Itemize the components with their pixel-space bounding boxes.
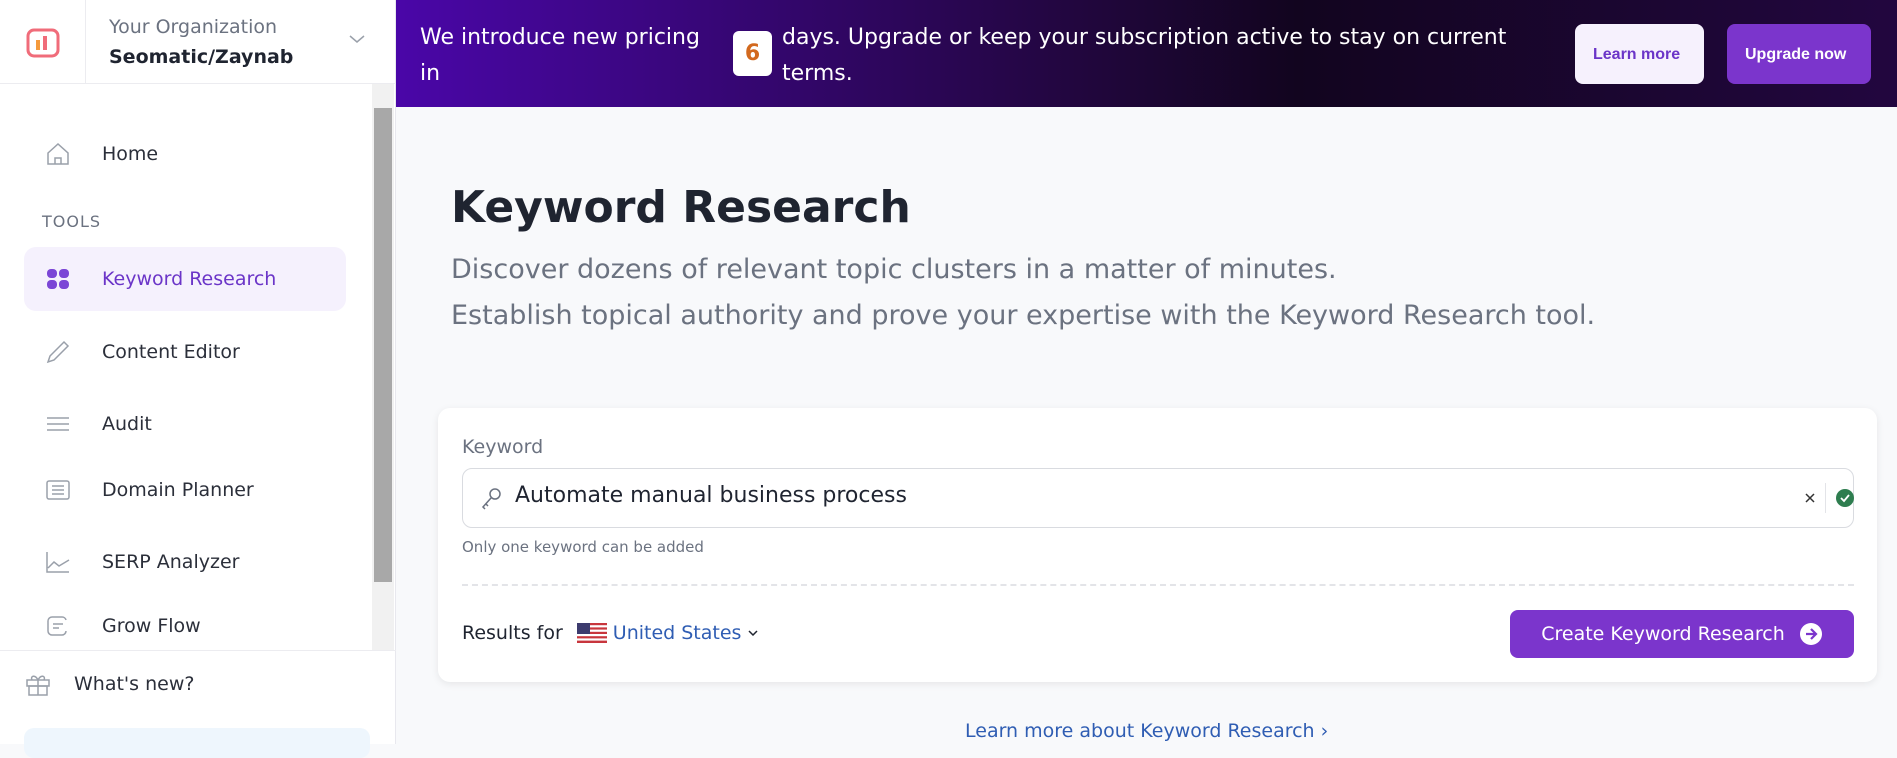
- org-name: Seomatic/Zaynab: [109, 46, 294, 68]
- sidebar-item-label: Audit: [102, 413, 152, 435]
- key-icon: [481, 488, 501, 510]
- results-for: Results for United States: [462, 622, 759, 644]
- learn-more-link-text: Learn more about Keyword Research: [965, 720, 1315, 742]
- sidebar-item-label: Domain Planner: [102, 479, 254, 501]
- pencil-icon: [46, 340, 70, 364]
- chevron-down-icon[interactable]: [747, 627, 759, 639]
- chevron-down-icon[interactable]: [348, 30, 366, 48]
- grid-icon: [47, 269, 69, 289]
- arrow-right-circle-icon: [1799, 623, 1822, 645]
- sidebar-item-label: Grow Flow: [102, 615, 201, 637]
- sidebar-item-serp-analyzer[interactable]: SERP Analyzer: [24, 530, 346, 594]
- keyword-label: Keyword: [462, 436, 544, 458]
- chevron-right-icon: ›: [1320, 720, 1329, 742]
- keyword-helper-text: Only one keyword can be added: [462, 538, 704, 556]
- chart-icon: [46, 552, 70, 573]
- sidebar-item-audit[interactable]: Audit: [24, 392, 346, 456]
- upgrade-now-button[interactable]: Upgrade now: [1727, 24, 1871, 84]
- promo-box: [24, 728, 370, 758]
- divider: [462, 584, 1854, 586]
- sidebar-item-label: SERP Analyzer: [102, 551, 240, 573]
- divider: [85, 0, 86, 84]
- org-label: Your Organization: [109, 16, 278, 38]
- learn-more-button[interactable]: Learn more: [1575, 24, 1704, 84]
- learn-more-link[interactable]: Learn more about Keyword Research ›: [965, 720, 1328, 742]
- results-for-label: Results for: [462, 622, 563, 644]
- banner-text: We introduce new pricing in: [420, 25, 700, 86]
- create-button-label: Create Keyword Research: [1541, 623, 1785, 645]
- sidebar-item-domain-planner[interactable]: Domain Planner: [24, 458, 346, 522]
- lines-icon: [47, 417, 69, 431]
- sidebar-item-grow-flow[interactable]: Grow Flow: [24, 602, 346, 650]
- keyword-form-card: Keyword Only one keyword can be added Re…: [438, 408, 1877, 682]
- clear-icon[interactable]: [1803, 491, 1817, 505]
- gift-icon: [26, 675, 50, 696]
- page-subtitle: Discover dozens of relevant topic cluste…: [451, 254, 1337, 285]
- scrollbar-thumb[interactable]: [374, 108, 392, 582]
- document-icon: [46, 480, 70, 500]
- whats-new-label: What's new?: [74, 673, 195, 695]
- pricing-banner: We introduce new pricing in 6 days. Upgr…: [396, 0, 1897, 107]
- page-subtitle: Establish topical authority and prove yo…: [451, 300, 1596, 331]
- section-heading: TOOLS: [42, 212, 102, 231]
- page-title: Keyword Research: [451, 182, 911, 233]
- sidebar-item-keyword-research[interactable]: Keyword Research: [24, 247, 346, 311]
- flow-icon: [47, 616, 67, 636]
- home-icon: [47, 142, 69, 165]
- days-badge: 6: [733, 31, 772, 76]
- check-circle-icon: [1836, 489, 1854, 507]
- create-keyword-research-button[interactable]: Create Keyword Research: [1510, 610, 1854, 658]
- logo-icon: [26, 28, 60, 58]
- sidebar-item-home[interactable]: Home: [24, 122, 346, 186]
- country-select[interactable]: United States: [613, 622, 742, 644]
- us-flag-icon: [576, 623, 607, 643]
- sidebar: Your Organization Seomatic/Zaynab Home T…: [0, 0, 396, 758]
- keyword-field[interactable]: [462, 468, 1854, 528]
- org-switcher[interactable]: Your Organization Seomatic/Zaynab: [0, 0, 396, 84]
- sidebar-item-label: Content Editor: [102, 341, 240, 363]
- divider: [0, 650, 396, 651]
- sidebar-item-content-editor[interactable]: Content Editor: [24, 320, 346, 384]
- keyword-input[interactable]: [515, 483, 1715, 508]
- whats-new-button[interactable]: What's new?: [24, 670, 194, 698]
- sidebar-item-label: Keyword Research: [102, 268, 277, 290]
- banner-text-after: days. Upgrade or keep your subscription …: [782, 25, 1507, 86]
- sidebar-item-label: Home: [102, 143, 159, 165]
- divider: [1825, 483, 1826, 513]
